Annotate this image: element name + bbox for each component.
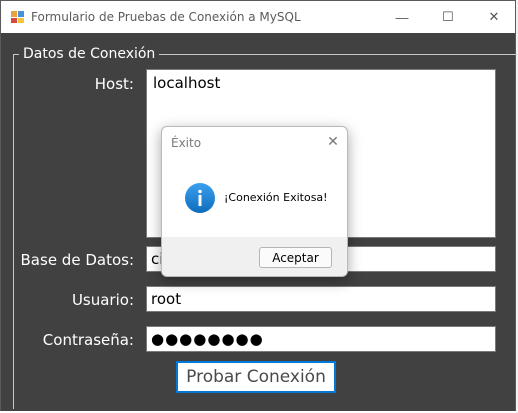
- success-dialog: Éxito ✕ ¡Conexión Exitosa! Aceptar: [161, 126, 348, 277]
- host-label: Host:: [94, 75, 134, 93]
- groupbox-legend: Datos de Conexión: [19, 46, 160, 62]
- title-bar[interactable]: Formulario de Pruebas de Conexión a MySQ…: [1, 1, 515, 33]
- password-input[interactable]: ●●●●●●●●: [146, 326, 496, 352]
- dialog-close-icon[interactable]: ✕: [325, 133, 341, 150]
- minimize-button[interactable]: —: [379, 1, 425, 33]
- dialog-message: ¡Conexión Exitosa!: [224, 191, 328, 204]
- user-input[interactable]: root: [146, 286, 496, 312]
- maximize-button[interactable]: ☐: [425, 1, 471, 33]
- database-label: Base de Datos:: [20, 251, 134, 269]
- dialog-footer: Aceptar: [162, 237, 347, 276]
- app-form-icon: [11, 11, 24, 23]
- info-icon: [185, 183, 215, 213]
- user-label: Usuario:: [71, 291, 134, 309]
- accept-button[interactable]: Aceptar: [259, 247, 332, 268]
- password-label: Contraseña:: [42, 331, 134, 349]
- dialog-title: Éxito: [171, 136, 202, 150]
- test-connection-button[interactable]: Probar Conexión: [176, 361, 336, 393]
- close-button[interactable]: ✕: [471, 1, 517, 33]
- window-title: Formulario de Pruebas de Conexión a MySQ…: [31, 10, 301, 24]
